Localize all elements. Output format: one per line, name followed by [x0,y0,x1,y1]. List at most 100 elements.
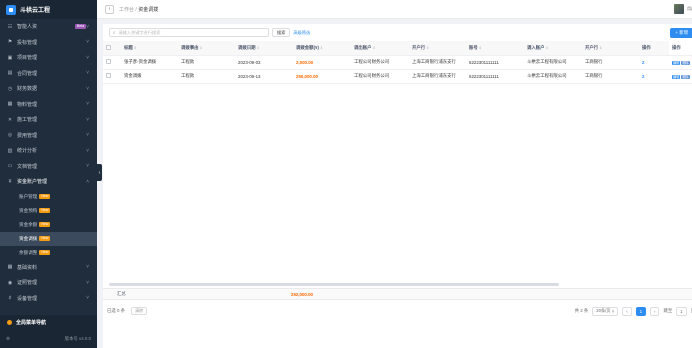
table-row[interactable]: 张子彦-资金调拨 工程款 2023-09-03 2,000.00 工程公司财务公司 上海工… [103,55,692,70]
cost-icon: ◎ [7,132,13,139]
chevron-down-icon: ˅ [86,101,89,108]
row-checkbox[interactable] [106,59,111,64]
delete-button[interactable]: 删除 [681,60,690,65]
sidebar-item-people[interactable]: ☷ 智能人资 Beta ˅ [0,19,97,35]
global-nav-guide[interactable]: 全局菜单导航 [0,315,97,329]
avatar [674,4,684,14]
toolbar: ⌕ 请输入关键字进行搜索 搜索 高级筛选 + 新增 [103,24,692,41]
sidebar-item-license[interactable]: ◉ 证照管理 ˅ [0,275,97,291]
sort-icon: ⇕ [478,45,482,50]
sidebar-item-doc[interactable]: ▭ 文档管理 ˅ [0,159,97,175]
add-button[interactable]: + 新增 [670,27,692,38]
table-cell[interactable]: 2 [639,55,669,70]
chevron-down-icon: ˅ [86,264,89,271]
table-cell: 工程公司财务公司 [351,69,409,84]
column-header[interactable]: 账号⇕ [466,41,524,56]
clear-selection-button[interactable]: 清除 [131,307,148,315]
prev-page-button[interactable]: ‹ [622,306,632,316]
edit-button[interactable]: 编辑 [672,74,681,79]
column-header[interactable]: 调入账户⇕ [524,41,582,56]
search-input[interactable]: ⌕ 请输入关键字进行搜索 [109,28,269,37]
table-cell: 工程款 [178,69,235,84]
horizontal-scrollbar[interactable] [109,283,559,286]
column-header[interactable]: 操作 [639,41,669,56]
sidebar-item-cost[interactable]: ◎ 费用管理 ˅ [0,128,97,144]
breadcrumb-parent[interactable]: 工作台 [119,7,134,13]
sidebar-item-contract[interactable]: ▤ 合同管理 ˅ [0,66,97,82]
doc-icon: ▭ [7,163,13,170]
finance-icon: ◷ [7,85,13,92]
chevron-down-icon: ˅ [86,163,89,170]
submenu-item[interactable]: 资金余额 New [0,218,97,232]
page-number-button[interactable]: 1 [635,306,647,316]
column-header[interactable]: 调拨金额(¥)⇕ [293,41,351,56]
column-header[interactable]: 开户行⇕ [582,41,639,56]
column-header[interactable]: 调拨日期⇕ [235,41,293,56]
sort-icon: ⇕ [319,45,323,50]
sidebar-item-chart[interactable]: ▥ 统计分析 ˅ [0,143,97,159]
delete-button[interactable]: 删除 [681,74,690,79]
next-page-button[interactable]: › [650,306,660,316]
material-icon: ▦ [7,101,13,108]
app-brand[interactable]: 斗栱云工程 [0,0,97,19]
column-header[interactable]: 调出账户⇕ [351,41,409,56]
goto-page-input[interactable]: 1 [676,306,687,316]
settings-icon[interactable]: ⚙ [6,336,10,342]
select-all-checkbox[interactable] [106,44,111,50]
sidebar: 斗栱云工程 ☷ 智能人资 Beta ˅ ⚑ 投标管理 ˅ ▣ 项目管理 ˅ ▤ 合同管理 ˅ ◷ 财务数据 ˅… [0,0,97,348]
topbar: ‹ 工作台 / 资金调拨 用户 [97,0,692,19]
edit-button[interactable]: 编辑 [672,60,681,65]
user-menu[interactable]: 用户 [674,4,692,14]
app-logo-icon [6,4,16,15]
version-text: 版本号 v4.0.0 [64,335,91,341]
nav-guide-icon [7,319,12,325]
submenu-item[interactable]: 资金调拨 New [0,231,97,246]
search-button[interactable]: 搜索 [272,28,291,37]
construction-icon: ✕ [7,116,13,123]
total-count: 共 2 条 [574,308,589,313]
table-cell: 2,000.00 [293,55,351,70]
sidebar-item-base[interactable]: ▦ 基础资料 ˅ [0,260,97,276]
sidebar-item-bid[interactable]: ⚑ 投标管理 ˅ [0,35,97,51]
project-icon: ▣ [7,54,13,61]
sidebar-item-material[interactable]: ▦ 物料管理 ˅ [0,97,97,113]
column-header[interactable]: 标题⇕ [121,41,178,56]
table-body: 张子彦-资金调拨 工程款 2023-09-03 2,000.00 工程公司财务公司 上海工… [103,55,692,84]
row-checkbox[interactable] [106,73,111,78]
new-badge: New [39,222,51,227]
chart-icon: ▥ [7,147,13,154]
row-select-cell [103,55,121,70]
sidebar-item-project[interactable]: ▣ 项目管理 ˅ [0,50,97,66]
sidebar-item-fund-account[interactable]: ¥ 资金账户管理 ˄ [0,174,97,190]
chevron-down-icon: ˅ [86,39,89,46]
table-cell: 工程公司财务公司 [351,55,409,70]
sort-icon: ⇕ [133,45,137,50]
breadcrumb-current: 资金调拨 [138,6,159,13]
submenu-item[interactable]: 账户管理 New [0,190,97,204]
page-size-select[interactable]: 20条/页 ˅ [592,306,619,316]
selected-count: 已选 0 条 [107,308,126,313]
sidebar-item-construction[interactable]: ✕ 施工管理 ˅ [0,112,97,128]
column-header[interactable]: 调拨事由⇕ [178,41,235,56]
chevron-up-icon: ˄ [86,178,89,185]
summary-row: 汇总 252,000.00 [103,288,692,300]
column-header[interactable]: 开户行⇕ [409,41,466,56]
back-button[interactable]: ‹ [105,4,114,14]
device-icon: ♯ [8,295,12,302]
table-row[interactable]: 资金调拨 工程款 2023-09-13 250,000.00 工程公司财务公司 上海工商银… [103,69,692,84]
sort-icon: ⇕ [372,45,376,50]
submenu-item[interactable]: 资金预购 New [0,204,97,218]
sidebar-item-device[interactable]: ♯ 设备管理 ˅ [0,291,97,307]
row-select-cell [103,69,121,84]
chevron-down-icon: ˅ [86,54,89,61]
new-badge: New [39,250,51,255]
base-icon: ▦ [7,264,13,271]
new-badge: New [39,194,51,199]
submenu-item[interactable]: 余额调整 New [0,246,97,260]
sort-icon: ⇕ [599,45,603,50]
advanced-filter-link[interactable]: 高级筛选 [293,30,310,36]
table-cell[interactable]: 2 [639,69,669,84]
sidebar-item-finance[interactable]: ◷ 财务数据 ˅ [0,81,97,97]
chevron-left-icon: ‹ [626,308,628,314]
table-cell: 2023-09-03 [235,55,293,70]
